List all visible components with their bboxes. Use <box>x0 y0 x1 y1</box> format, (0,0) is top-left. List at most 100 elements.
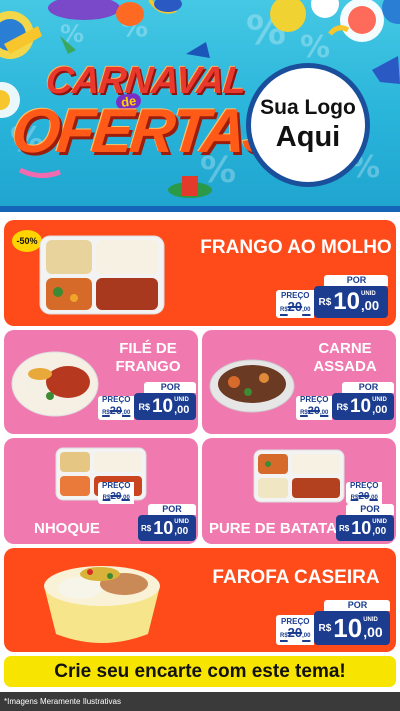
new-price-integer: 10 <box>151 395 174 417</box>
new-price-label: POR <box>148 504 196 515</box>
product-card-carne-assada[interactable]: CARNE ASSADA PREÇO R$20,00 POR R$ 10 UNI… <box>202 330 396 434</box>
product-name-line: PURE DE BATATA <box>208 520 338 537</box>
price-tag: PREÇO R$20,00 <box>98 480 135 504</box>
new-price-cents: ,00 <box>372 404 388 416</box>
food-tray-image <box>39 235 165 315</box>
price-tag: PREÇO R$20,00 POR R$ 10 UNID ,00 <box>276 600 391 645</box>
food-dish-image <box>209 359 295 413</box>
old-price-value: R$20,00 <box>102 490 130 502</box>
new-price-label: POR <box>324 275 389 286</box>
old-price: PREÇO R$20,00 <box>276 290 315 318</box>
old-price: PREÇO R$20,00 <box>276 615 315 645</box>
header-banner: % % % % % % % CARNAVAL de OFERTAS Sua Lo… <box>0 0 400 212</box>
banner-bottom-band <box>0 206 400 212</box>
new-price-cents: ,00 <box>372 526 387 537</box>
currency-symbol: R$ <box>318 296 332 308</box>
new-price: POR R$ 10 UNID ,00 <box>314 600 391 645</box>
food-bowl-image <box>11 351 99 417</box>
new-price-label: POR <box>346 504 394 515</box>
unit-label: UNID <box>360 291 376 297</box>
old-price-label: PREÇO <box>300 395 329 404</box>
old-price-label: PREÇO <box>350 480 379 490</box>
old-price-value: R$20,00 <box>102 405 131 417</box>
product-name-line: ASSADA <box>313 358 377 375</box>
new-price-cents: ,00 <box>174 404 190 416</box>
new-price-integer: 10 <box>333 288 360 315</box>
product-name: CARNE ASSADA <box>296 340 394 376</box>
new-price-box: R$ 10 UNID ,00 <box>332 393 395 420</box>
unit-label: UNID <box>174 519 189 525</box>
old-price: PREÇO R$20,00 <box>98 395 135 420</box>
new-price-integer: 10 <box>153 517 174 538</box>
old-price-value: R$20,00 <box>300 405 329 417</box>
carnaval-ofertas-title: CARNAVAL de OFERTAS <box>8 56 285 176</box>
old-price: PREÇO R$20,00 <box>98 480 135 504</box>
new-price-integer: 10 <box>349 395 372 417</box>
price-tag: PREÇO R$20,00 POR R$ 10 UNID ,00 <box>98 382 197 420</box>
new-price-cents: ,00 <box>363 623 383 640</box>
new-price: POR R$ 10 UNID ,00 <box>314 275 389 318</box>
product-name-line: FAROFA CASEIRA <box>212 567 380 588</box>
new-price-box: R$ 10 UNID ,00 <box>314 286 389 318</box>
create-flyer-cta[interactable]: Crie seu encarte com este tema! <box>4 656 396 687</box>
product-name: PURE DE BATATA <box>208 520 338 538</box>
product-name: FRANGO AO MOLHO <box>200 238 392 258</box>
product-name: FAROFA CASEIRA <box>200 568 392 588</box>
logo-placeholder[interactable]: Sua Logo Aqui <box>246 63 370 187</box>
price-tag-new: POR R$ 10 UNID ,00 <box>336 504 394 541</box>
new-price-box: R$ 10 UNID ,00 <box>134 393 197 420</box>
unit-label: UNID <box>174 397 189 403</box>
product-name-line: FRANGO <box>115 358 181 375</box>
logo-text-line-1: Sua Logo <box>260 96 356 119</box>
title-line-2: OFERTAS <box>8 97 286 166</box>
old-price: PREÇO R$20,00 <box>346 480 383 504</box>
currency-symbol: R$ <box>138 401 150 412</box>
currency-symbol: R$ <box>336 401 348 412</box>
old-price-label: PREÇO <box>102 395 131 404</box>
product-card-pure-de-batata[interactable]: PURE DE BATATA PREÇO R$20,00 POR R$ 10 U… <box>202 438 396 544</box>
product-card-farofa-caseira[interactable]: FAROFA CASEIRA PREÇO R$20,00 POR R$ 10 U… <box>4 548 396 652</box>
new-price-box: R$ 10 UNID ,00 <box>138 515 196 541</box>
new-price: POR R$ 10 UNID ,00 <box>332 382 395 420</box>
product-name-line: CARNE <box>318 340 372 357</box>
product-name-line: NHOQUE <box>34 520 100 537</box>
new-price: POR R$ 10 UNID ,00 <box>138 504 196 541</box>
price-tag-new: POR R$ 10 UNID ,00 <box>138 504 196 541</box>
currency-symbol: R$ <box>339 523 350 533</box>
new-price: POR R$ 10 UNID ,00 <box>134 382 197 420</box>
new-price-box: R$ 10 UNID ,00 <box>314 611 391 645</box>
new-price-cents: ,00 <box>174 526 189 537</box>
unit-label: UNID <box>372 519 387 525</box>
currency-symbol: R$ <box>141 523 152 533</box>
new-price-integer: 10 <box>351 517 372 538</box>
product-card-nhoque[interactable]: NHOQUE PREÇO R$20,00 POR R$ 10 UNID ,00 <box>4 438 198 544</box>
new-price-label: POR <box>324 600 391 611</box>
unit-label: UNID <box>363 616 378 623</box>
old-price-value: R$20,00 <box>280 298 311 314</box>
new-price: POR R$ 10 UNID ,00 <box>336 504 394 541</box>
price-tag: PREÇO R$20,00 <box>346 480 383 504</box>
food-bowl-image <box>44 566 160 643</box>
new-price-cents: ,00 <box>360 298 380 313</box>
currency-symbol: R$ <box>318 622 332 634</box>
old-price-value: R$20,00 <box>350 490 378 502</box>
logo-text-line-2: Aqui <box>275 121 341 153</box>
product-name-line: FRANGO AO MOLHO <box>200 237 392 258</box>
disclaimer-footer: *Imagens Meramente Ilustrativas <box>0 692 400 711</box>
new-price-integer: 10 <box>333 612 363 643</box>
product-name: NHOQUE <box>34 520 100 538</box>
new-price-label: POR <box>342 382 395 393</box>
food-tray-image <box>253 449 345 503</box>
unit-label: UNID <box>372 397 387 403</box>
price-tag: PREÇO R$20,00 POR R$ 10 UNID ,00 <box>276 275 389 318</box>
old-price-value: R$20,00 <box>280 624 311 640</box>
old-price-label: PREÇO <box>102 480 131 490</box>
product-card-frango-ao-molho[interactable]: -50% FRANGO AO MOLHO PREÇO R$20,00 POR R… <box>4 220 396 326</box>
price-tag: PREÇO R$20,00 POR R$ 10 UNID ,00 <box>296 382 395 420</box>
product-name: FILÉ DE FRANGO <box>100 340 196 376</box>
new-price-box: R$ 10 UNID ,00 <box>336 515 394 541</box>
product-card-file-de-frango[interactable]: FILÉ DE FRANGO PREÇO R$20,00 POR R$ 10 U… <box>4 330 198 434</box>
new-price-label: POR <box>144 382 197 393</box>
old-price: PREÇO R$20,00 <box>296 395 333 420</box>
product-name-line: FILÉ DE <box>119 340 177 357</box>
